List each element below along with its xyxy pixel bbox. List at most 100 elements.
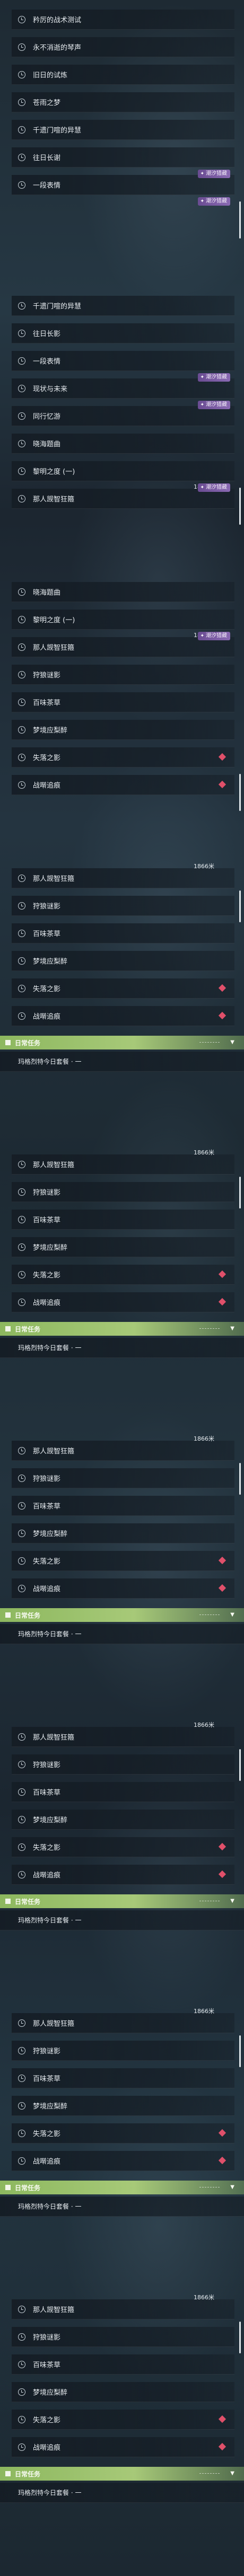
task-row[interactable]: 往日长谢 <box>12 147 234 167</box>
task-row[interactable]: 失落之影 <box>12 978 234 999</box>
daily-task-row[interactable]: 玛格烈特今日套餐 · 一 <box>0 1052 244 1072</box>
section-title: 日常任务 <box>15 1611 41 1619</box>
task-check-icon <box>18 2046 25 2054</box>
daily-task-header[interactable]: 日常任务 ▼ <box>0 2467 244 2481</box>
task-row[interactable]: 那人觊智狂箍 1866米 <box>12 2294 234 2319</box>
task-row[interactable]: 战啭追痕 <box>12 1865 234 1885</box>
task-row[interactable]: 失落之影 <box>12 747 234 767</box>
task-row[interactable]: 狩狼谜影 <box>12 2327 234 2347</box>
daily-task-row[interactable]: 玛格烈特今日套餐 · 一 <box>0 1624 244 1644</box>
task-check-icon <box>18 588 25 596</box>
task-row[interactable]: 梦境应梨醉 <box>12 1523 234 1543</box>
task-row[interactable]: 晓海题曲 <box>12 434 234 454</box>
task-row[interactable]: 百味茶草 <box>12 692 234 712</box>
task-row[interactable]: 那人觊智狂箍 1866米 <box>12 1149 234 1175</box>
daily-task-row[interactable]: 玛格烈特今日套餐 · 一 <box>0 1338 244 1358</box>
task-row[interactable]: 那人觊智狂箍 1866米 <box>12 1722 234 1747</box>
task-row[interactable]: 狩狼谜影 <box>12 1754 234 1775</box>
tracking-diamond-icon <box>218 2156 226 2165</box>
task-row[interactable]: 旧日的试炼 <box>12 65 234 85</box>
task-row[interactable]: 百味茶草 <box>12 1782 234 1802</box>
distance-text: 1866米 <box>194 1722 214 1728</box>
task-row[interactable]: 狩狼谜影 <box>12 2041 234 2061</box>
task-check-icon <box>18 384 25 392</box>
task-row[interactable]: 黎明之度 (一) <box>12 610 234 630</box>
task-row[interactable]: 百味茶草 <box>12 1210 234 1230</box>
task-row[interactable]: 永不消逝的琴声 <box>12 37 234 57</box>
task-row[interactable]: 失落之影 <box>12 2123 234 2143</box>
task-row[interactable]: 千遗门喧的异慧 <box>12 120 234 140</box>
task-row[interactable]: 百味茶草 <box>12 923 234 943</box>
task-label: 战啭追痕 <box>33 2158 61 2166</box>
task-label: 战啭追痕 <box>33 1299 61 1307</box>
task-check-icon <box>18 495 25 502</box>
task-row[interactable]: 失落之影 <box>12 1551 234 1571</box>
task-row[interactable]: 那人觊智狂箍 1866米 <box>12 863 234 888</box>
task-row[interactable]: 苍雨之梦 <box>12 92 234 112</box>
task-row[interactable]: 战啭追痕 <box>12 1006 234 1026</box>
task-check-icon <box>18 1502 25 1510</box>
scroll-indicator[interactable] <box>239 1463 241 1495</box>
task-row[interactable]: 狩狼谜影 <box>12 1182 234 1202</box>
task-row[interactable]: 黎明之度 (一) <box>12 461 234 481</box>
daily-task-header[interactable]: 日常任务 ▼ <box>0 2181 244 2194</box>
scroll-indicator[interactable] <box>239 201 241 239</box>
scroll-indicator[interactable] <box>239 1177 241 1208</box>
task-row[interactable]: 梦境应梨醉 <box>12 1237 234 1257</box>
daily-task-header[interactable]: 日常任务 ▼ <box>0 1036 244 1049</box>
task-row[interactable]: 失落之影 <box>12 2410 234 2430</box>
scroll-indicator[interactable] <box>239 488 241 525</box>
task-row[interactable]: 狩狼谜影 <box>12 665 234 685</box>
task-check-icon <box>18 1871 25 1878</box>
scroll-indicator[interactable] <box>239 890 241 922</box>
scroll-indicator[interactable] <box>239 2322 241 2353</box>
distance-text: 1866米 <box>194 1149 214 1156</box>
task-row[interactable]: 梦境应梨醉 <box>12 1810 234 1830</box>
task-row[interactable]: 千遗门喧的异慧 <box>12 296 234 316</box>
task-check-icon <box>18 2305 25 2313</box>
task-row[interactable]: 那人觊智狂箍 1866米 <box>12 1435 234 1461</box>
task-row[interactable]: 一段表情 <box>12 351 234 371</box>
task-row[interactable]: 百味茶草 <box>12 1496 234 1516</box>
collapse-arrow-icon: ▼ <box>230 1898 234 1904</box>
task-row[interactable]: 战啭追痕 <box>12 2151 234 2171</box>
task-row[interactable]: 那人觊智狂箍 1866米 <box>12 2008 234 2033</box>
task-row[interactable]: 战啭追痕 <box>12 1578 234 1599</box>
daily-task-header[interactable]: 日常任务 ▼ <box>0 1608 244 1622</box>
task-row[interactable]: 百味茶草 <box>12 2068 234 2088</box>
task-label: 旧日的试炼 <box>33 72 68 80</box>
tracking-diamond-icon <box>218 1298 226 1306</box>
task-row[interactable]: 战啭追痕 <box>12 2437 234 2457</box>
task-row[interactable]: 百味茶草 <box>12 2354 234 2375</box>
task-row[interactable]: 往日长影 <box>12 323 234 343</box>
daily-task-row[interactable]: 玛格烈特今日套餐 · 一 <box>0 1910 244 1930</box>
task-label: 那人觊智狂箍 <box>33 875 75 883</box>
task-row[interactable]: 梦境应梨醉 <box>12 2382 234 2402</box>
task-row[interactable]: 战啭追痕 <box>12 775 234 795</box>
scroll-indicator[interactable] <box>239 1749 241 1781</box>
daily-task-header[interactable]: 日常任务 ▼ <box>0 1322 244 1336</box>
scroll-indicator[interactable] <box>239 774 241 811</box>
tracking-diamond-icon <box>218 2129 226 2137</box>
task-row[interactable]: 狩狼谜影 <box>12 896 234 916</box>
badge-label: 潮汐猎藏 <box>206 198 227 204</box>
daily-task-row[interactable]: 玛格烈特今日套餐 · 一 <box>0 2483 244 2503</box>
scroll-indicator[interactable] <box>239 2035 241 2067</box>
task-check-icon <box>18 1760 25 1768</box>
task-row[interactable]: 晓海题曲 <box>12 582 234 602</box>
task-row[interactable]: 失落之影 <box>12 1837 234 1857</box>
task-row[interactable]: 梦境应梨醉 <box>12 2096 234 2116</box>
section-title: 日常任务 <box>15 1325 41 1333</box>
task-check-icon <box>18 181 25 189</box>
task-row[interactable]: 狩狼谜影 <box>12 1468 234 1488</box>
task-row[interactable]: 战啭追痕 <box>12 1292 234 1312</box>
tracking-diamond-icon <box>218 2415 226 2423</box>
daily-task-row[interactable]: 玛格烈特今日套餐 · 一 <box>0 2196 244 2217</box>
daily-task-header[interactable]: 日常任务 ▼ <box>0 1894 244 1908</box>
task-row[interactable]: 矜厉的战术测试 <box>12 10 234 30</box>
task-row[interactable]: 失落之影 <box>12 1265 234 1285</box>
task-row[interactable]: 梦境应梨醉 <box>12 951 234 971</box>
task-check-icon <box>18 902 25 910</box>
task-row[interactable]: 梦境应梨醉 <box>12 720 234 740</box>
section-square-icon <box>5 1326 11 1331</box>
